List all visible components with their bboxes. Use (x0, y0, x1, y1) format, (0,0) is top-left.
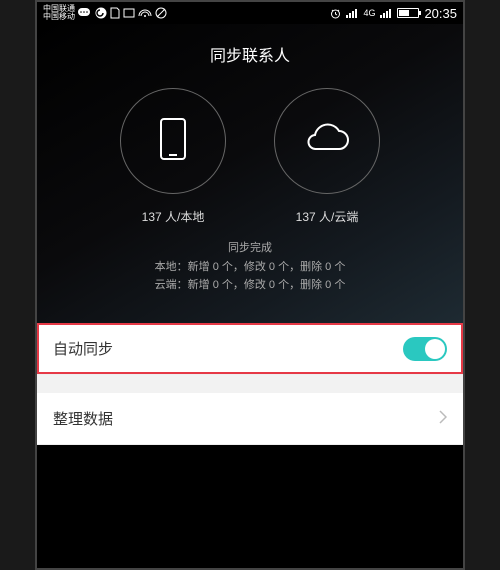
local-contacts[interactable]: 137 人/本地 (120, 88, 226, 225)
hotspot-icon (138, 7, 152, 19)
cloud-icon (303, 123, 351, 160)
battery-icon (397, 8, 419, 18)
sync-status-local: 本地：新增 0 个，修改 0 个，删除 0 个 (37, 258, 463, 277)
clock: 20:35 (424, 6, 457, 21)
sync-status: 同步完成 本地：新增 0 个，修改 0 个，删除 0 个 云端：新增 0 个，修… (37, 239, 463, 295)
network-label: 4G (363, 8, 375, 18)
sync-status-cloud: 云端：新增 0 个，修改 0 个，删除 0 个 (37, 276, 463, 295)
page-title: 同步联系人 (37, 42, 463, 66)
signal-icon (346, 8, 358, 18)
organize-data-row[interactable]: 整理数据 (37, 393, 463, 445)
auto-sync-label: 自动同步 (53, 338, 113, 359)
local-label: 137 人/本地 (142, 208, 205, 225)
cloud-contacts[interactable]: 137 人/云端 (274, 88, 380, 225)
message-icon (78, 8, 92, 18)
settings-list: 自动同步 整理数据 (37, 323, 463, 445)
card-icon (123, 8, 135, 18)
no-sync-icon (155, 7, 167, 19)
cloud-label: 137 人/云端 (296, 208, 359, 225)
signal-2-icon (380, 8, 392, 18)
auto-sync-toggle[interactable] (403, 337, 447, 361)
sync-overview: 同步联系人 137 人/本地 137 人/云端 同步 (37, 24, 463, 323)
alarm-icon (330, 8, 341, 19)
phone-icon (160, 118, 186, 165)
status-bar: 中国联通 中国移动 (37, 2, 463, 24)
app-icon (95, 7, 107, 19)
sim-icon (110, 7, 120, 19)
carrier-2: 中国移动 (43, 13, 75, 21)
sync-status-title: 同步完成 (37, 239, 463, 258)
organize-label: 整理数据 (53, 408, 113, 429)
auto-sync-row[interactable]: 自动同步 (37, 323, 463, 375)
chevron-right-icon (439, 410, 447, 428)
phone-screen: 中国联通 中国移动 (35, 0, 465, 570)
